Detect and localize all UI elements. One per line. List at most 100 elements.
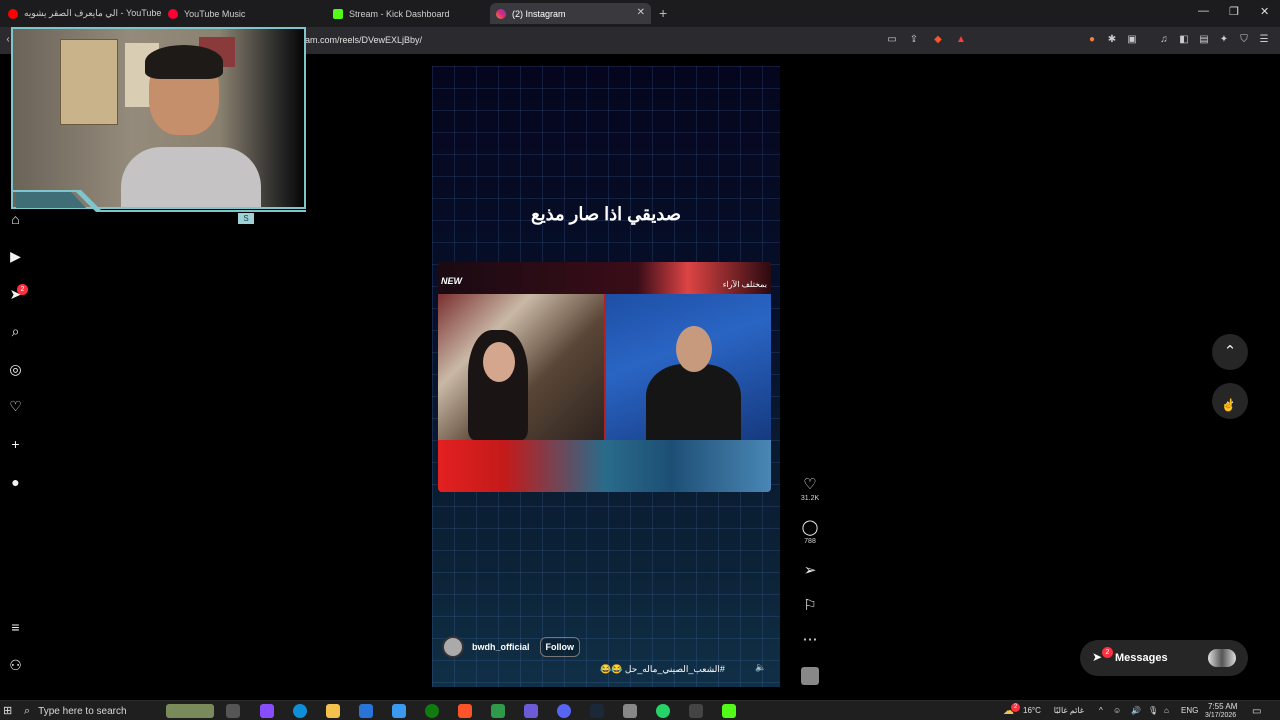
- edge-icon[interactable]: [293, 704, 307, 718]
- steam-icon[interactable]: [590, 704, 604, 718]
- obs-icon[interactable]: [689, 704, 703, 718]
- messages-button[interactable]: ➤ 2 Messages: [1080, 640, 1248, 676]
- clip-header: [438, 262, 771, 294]
- tab-youtube-music[interactable]: YouTube Music: [162, 3, 322, 24]
- url-field[interactable]: ram.com/reels/DVewEXLjBby/: [302, 35, 422, 45]
- close-tab-icon[interactable]: ✕: [637, 7, 645, 18]
- host-suit: [646, 364, 741, 444]
- previous-reel-button[interactable]: ⌃: [1212, 334, 1248, 370]
- direct-message-icon: ➤: [1092, 650, 1103, 664]
- author-avatar[interactable]: [442, 636, 464, 658]
- app-icon[interactable]: [392, 704, 406, 718]
- taskbar-search[interactable]: ⌕ Type here to search: [24, 703, 164, 719]
- profile-avatar[interactable]: ●: [7, 474, 24, 491]
- task-view-icon[interactable]: [226, 704, 240, 718]
- wallet-icon[interactable]: ▤: [1198, 34, 1210, 46]
- tab-kick-dashboard[interactable]: Stream - Kick Dashboard: [327, 3, 487, 24]
- volume-icon[interactable]: 🔊: [1131, 706, 1141, 715]
- like-count: 31.2K: [800, 495, 820, 502]
- tab-youtube[interactable]: الي مايعرف الصقر يشويه - YouTube: [2, 3, 162, 24]
- sidebar-toggle-icon[interactable]: ◧: [1178, 34, 1190, 46]
- send-icon[interactable]: ➢: [800, 562, 820, 579]
- share-icon[interactable]: ⇪: [908, 34, 920, 46]
- channel-logo: NEW: [441, 276, 462, 286]
- clip-left-panel: [438, 294, 604, 440]
- home-icon[interactable]: ⌂: [7, 211, 24, 228]
- weather-description[interactable]: غائم غالبًا: [1042, 706, 1084, 715]
- screenshot-icon[interactable]: ▣: [1126, 34, 1138, 46]
- tab-instagram[interactable]: (2) Instagram ✕: [490, 3, 651, 24]
- brave-icon[interactable]: [458, 704, 472, 718]
- vpn-icon[interactable]: ⛉: [1238, 34, 1250, 46]
- reels-icon[interactable]: ▶: [7, 248, 24, 265]
- app-icon[interactable]: [623, 704, 637, 718]
- close-icon[interactable]: ✕: [1260, 5, 1269, 18]
- follow-button[interactable]: Follow: [539, 637, 581, 657]
- app-icon[interactable]: [491, 704, 505, 718]
- whatsapp-icon[interactable]: [656, 704, 670, 718]
- cast-icon[interactable]: ▭: [886, 34, 898, 46]
- copilot-icon[interactable]: [260, 704, 274, 718]
- webcam-overlay: [11, 27, 306, 209]
- more-dots-icon[interactable]: ⋯: [800, 631, 820, 648]
- kick-icon[interactable]: [722, 704, 736, 718]
- file-explorer-icon[interactable]: [326, 704, 340, 718]
- new-tab-button[interactable]: +: [659, 5, 667, 21]
- weather-temp[interactable]: 16°C: [1023, 706, 1041, 715]
- leo-ai-icon[interactable]: ✦: [1218, 34, 1230, 46]
- notification-center-icon[interactable]: ▭: [1252, 706, 1261, 717]
- author-username[interactable]: bwdh_official: [472, 642, 530, 652]
- audio-icon[interactable]: 🔈: [755, 662, 766, 673]
- create-plus-icon[interactable]: +: [7, 436, 24, 453]
- kick-favicon-icon: [333, 8, 343, 19]
- comment-icon[interactable]: ◯: [800, 519, 820, 536]
- discord-icon[interactable]: [557, 704, 571, 718]
- menu-icon[interactable]: ☰: [1258, 34, 1270, 46]
- tray-chevron-icon[interactable]: ^: [1099, 706, 1103, 715]
- microphone-icon[interactable]: 🎙: [1148, 706, 1158, 715]
- explore-icon[interactable]: ◎: [7, 361, 24, 378]
- xbox-icon[interactable]: [425, 704, 439, 718]
- microsoft-store-icon[interactable]: [359, 704, 373, 718]
- minimize-icon[interactable]: —: [1198, 5, 1209, 17]
- video-clip: NEW بمختلف الآراء: [438, 262, 771, 492]
- comment-action[interactable]: ◯ 788: [800, 519, 820, 545]
- tab-label: YouTube Music: [184, 8, 246, 19]
- save-action[interactable]: ⚐: [800, 597, 820, 614]
- search-icon: ⌕: [24, 704, 31, 717]
- brave-rewards-icon[interactable]: ▲: [955, 34, 967, 46]
- media-icon[interactable]: ♫: [1158, 34, 1170, 46]
- heart-icon[interactable]: ♡: [800, 476, 820, 493]
- tab-label: (2) Instagram: [512, 8, 566, 19]
- also-from-meta-icon[interactable]: ⚇: [7, 657, 24, 674]
- extensions-puzzle-icon[interactable]: ✱: [1106, 34, 1118, 46]
- audio-thumbnail[interactable]: [801, 667, 819, 685]
- host-face: [676, 326, 712, 372]
- brave-shield-icon[interactable]: ◆: [932, 34, 944, 46]
- restore-icon[interactable]: ❐: [1229, 5, 1239, 18]
- more-menu-icon[interactable]: ≡: [7, 619, 24, 636]
- bookmark-icon[interactable]: ⚐: [800, 597, 820, 614]
- guest-face: [483, 342, 515, 382]
- reel-video[interactable]: صديقي اذا صار مذيع NEW بمختلف الآراء bwd…: [432, 66, 780, 687]
- like-action[interactable]: ♡ 31.2K: [800, 476, 820, 502]
- clock-date[interactable]: 3/17/2026: [1205, 712, 1236, 719]
- tab-label: الي مايعرف الصقر يشويه - YouTube: [24, 8, 162, 18]
- windows-start-icon[interactable]: ⊞: [3, 704, 12, 717]
- youtube-music-favicon-icon: [168, 8, 178, 19]
- app-icon[interactable]: [524, 704, 538, 718]
- screen: الي مايعرف الصقر يشويه - YouTube YouTube…: [0, 0, 1280, 720]
- extension-icon[interactable]: ●: [1086, 34, 1098, 46]
- network-icon[interactable]: ⌂: [1164, 706, 1169, 715]
- more-action[interactable]: ⋯: [800, 631, 820, 648]
- search-icon[interactable]: ⌕: [7, 323, 24, 340]
- browser-tab-bar: الي مايعرف الصقر يشويه - YouTube YouTube…: [0, 0, 1280, 27]
- messages-label: Messages: [1115, 652, 1168, 664]
- notifications-heart-icon[interactable]: ♡: [7, 398, 24, 415]
- language-indicator[interactable]: ENG: [1181, 706, 1198, 715]
- share-action[interactable]: ➢: [800, 562, 820, 579]
- tray-app-icon[interactable]: ☺: [1113, 706, 1121, 715]
- message-avatars: [1208, 649, 1236, 667]
- clock-time[interactable]: 7:55 AM: [1208, 702, 1237, 711]
- reel-hashtag[interactable]: #الشعب_الصيني_ماله_حل 😂😂: [600, 664, 725, 675]
